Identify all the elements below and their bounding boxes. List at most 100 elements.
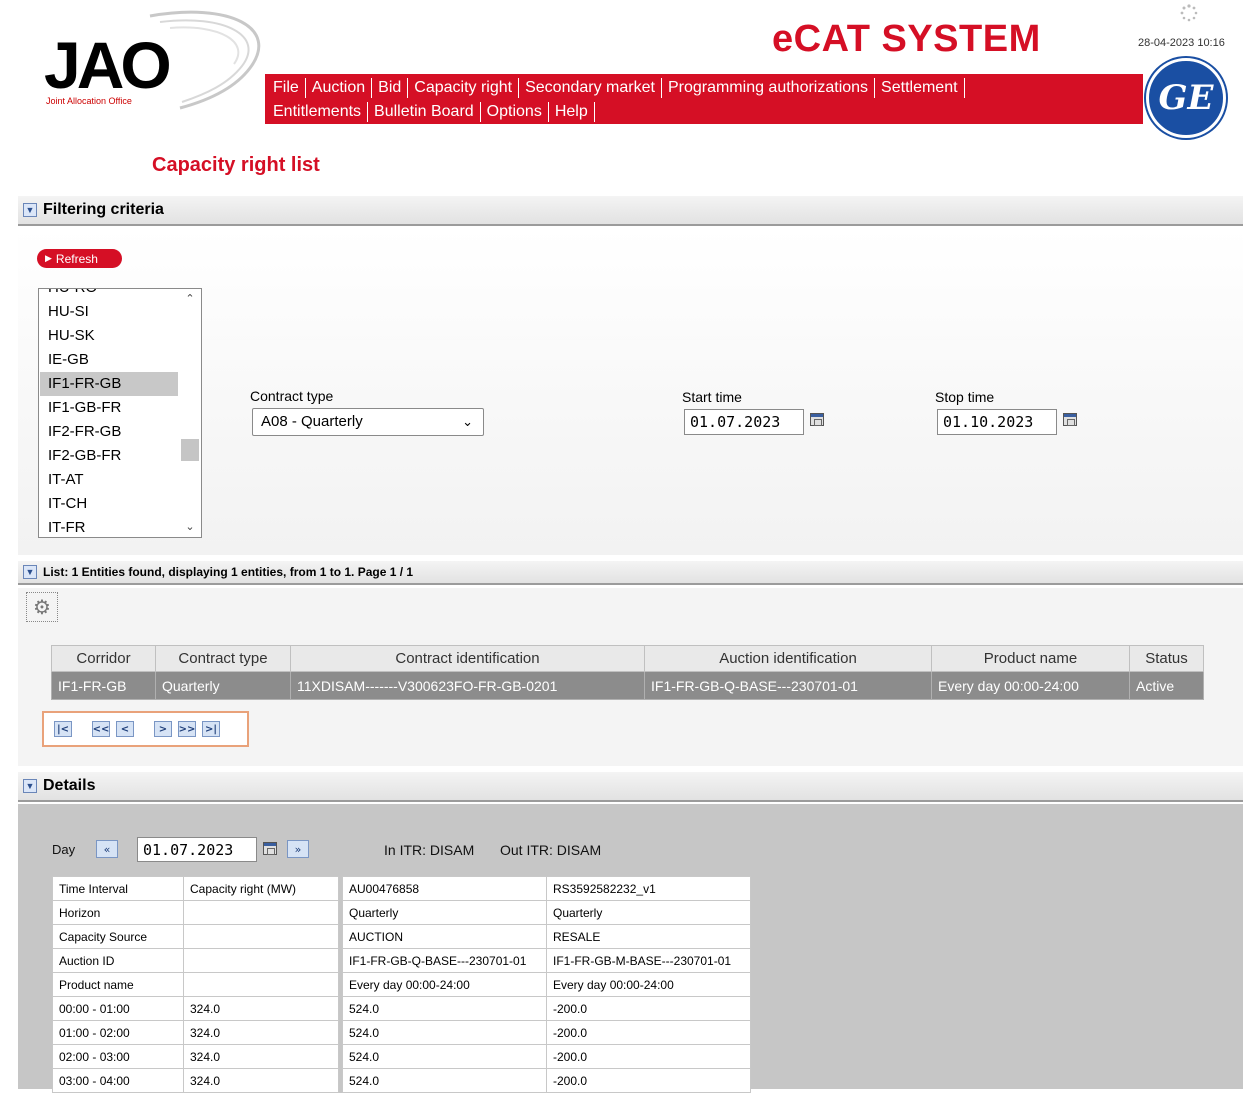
- menu-auction[interactable]: Auction: [306, 78, 373, 98]
- menu-row-2: Entitlements Bulletin Board Options Help: [267, 100, 595, 124]
- corridor-option[interactable]: HU-SI: [40, 300, 178, 324]
- menu-entitlements[interactable]: Entitlements: [267, 102, 369, 122]
- table-row: Horizon Quarterly Quarterly: [52, 900, 751, 925]
- cell: 524.0: [342, 1044, 547, 1069]
- calendar-icon[interactable]: [263, 842, 277, 855]
- refresh-label: Refresh: [55, 251, 98, 266]
- table-header-row: Corridor Contract type Contract identifi…: [51, 645, 1204, 672]
- cell: Quarterly: [342, 900, 547, 925]
- table-row[interactable]: IF1-FR-GB Quarterly 11XDISAM-------V3006…: [51, 671, 1204, 700]
- calendar-icon[interactable]: [1063, 413, 1077, 426]
- cell: [183, 948, 339, 973]
- play-icon: ▶: [45, 253, 52, 263]
- contract-type-label: Contract type: [250, 388, 334, 404]
- scroll-thumb[interactable]: [181, 439, 199, 461]
- refresh-button[interactable]: ▶ Refresh: [37, 249, 122, 268]
- corridor-options: HU-RO HU-SI HU-SK IE-GB IF1-FR-GB IF1-GB…: [39, 289, 178, 537]
- day-label: Day: [52, 842, 76, 857]
- cell: Auction ID: [52, 948, 184, 973]
- menu-bulletin-board[interactable]: Bulletin Board: [368, 102, 481, 122]
- cell: -200.0: [546, 1044, 751, 1069]
- cell: 324.0: [183, 996, 339, 1021]
- in-itr: In ITR: DISAM: [384, 842, 475, 858]
- next-day-button[interactable]: »: [287, 840, 309, 858]
- cell: AUCTION: [342, 924, 547, 949]
- calendar-icon[interactable]: [810, 413, 824, 426]
- filtering-criteria-header[interactable]: ▼ Filtering criteria: [18, 196, 1243, 226]
- collapse-chevron-icon[interactable]: ▼: [23, 565, 37, 579]
- listbox-scrollbar[interactable]: ⌃ ⌄: [179, 289, 201, 537]
- prev-day-button[interactable]: «: [96, 840, 118, 858]
- column-header[interactable]: Contract identification: [290, 645, 645, 672]
- corridor-option-selected[interactable]: IF1-FR-GB: [40, 372, 178, 396]
- gear-icon[interactable]: ⚙: [26, 592, 58, 622]
- chevron-down-icon: ⌄: [462, 414, 473, 429]
- column-header[interactable]: Corridor: [51, 645, 156, 672]
- cell-contract-id: 11XDISAM-------V300623FO-FR-GB-0201: [290, 671, 645, 700]
- main-menu: File Auction Bid Capacity right Secondar…: [265, 74, 1143, 124]
- cell: Every day 00:00-24:00: [546, 972, 751, 997]
- column-header[interactable]: Status: [1129, 645, 1204, 672]
- cell: 324.0: [183, 1020, 339, 1045]
- ge-logo: GE: [1146, 58, 1226, 138]
- menu-programming-authorizations[interactable]: Programming authorizations: [662, 78, 876, 98]
- menu-bid[interactable]: Bid: [372, 78, 409, 98]
- last-page-button[interactable]: >|: [202, 721, 220, 737]
- cell: [183, 972, 339, 997]
- cell: Time Interval: [52, 876, 184, 901]
- logo-text: JAO: [44, 28, 172, 102]
- table-row: 00:00 - 01:00 324.0 524.0 -200.0: [52, 996, 751, 1021]
- details-header[interactable]: ▼ Details: [18, 772, 1243, 802]
- cell-auction-id: IF1-FR-GB-Q-BASE---230701-01: [644, 671, 932, 700]
- menu-options[interactable]: Options: [481, 102, 549, 122]
- first-page-button[interactable]: |<: [54, 721, 72, 737]
- next-block-button[interactable]: >>: [178, 721, 196, 737]
- column-header[interactable]: Contract type: [155, 645, 291, 672]
- prev-block-button[interactable]: <<: [92, 721, 110, 737]
- jao-logo: JAO Joint Allocation Office: [30, 8, 270, 113]
- corridor-option[interactable]: IF1-GB-FR: [40, 396, 178, 420]
- corridor-option[interactable]: IF2-FR-GB: [40, 420, 178, 444]
- menu-secondary-market[interactable]: Secondary market: [519, 78, 662, 98]
- list-header[interactable]: ▼ List: 1 Entities found, displaying 1 e…: [18, 561, 1243, 585]
- menu-capacity-right[interactable]: Capacity right: [408, 78, 520, 98]
- corridor-listbox[interactable]: HU-RO HU-SI HU-SK IE-GB IF1-FR-GB IF1-GB…: [38, 288, 202, 538]
- corridor-option[interactable]: IE-GB: [40, 348, 178, 372]
- cell: 01:00 - 02:00: [52, 1020, 184, 1045]
- corridor-option[interactable]: HU-SK: [40, 324, 178, 348]
- corridor-option[interactable]: IT-AT: [40, 468, 178, 492]
- scroll-down-icon[interactable]: ⌄: [179, 519, 201, 535]
- day-input[interactable]: 01.07.2023: [137, 837, 257, 862]
- corridor-option[interactable]: HU-RO: [40, 289, 178, 300]
- cell: Capacity right (MW): [183, 876, 339, 901]
- details-table: Time Interval Capacity right (MW) AU0047…: [52, 876, 751, 1093]
- menu-help[interactable]: Help: [549, 102, 595, 122]
- app-title: eCAT SYSTEM: [772, 18, 1041, 60]
- next-page-button[interactable]: >: [154, 721, 172, 737]
- stop-time-input[interactable]: 01.10.2023: [937, 409, 1057, 435]
- cell: -200.0: [546, 996, 751, 1021]
- cell: RESALE: [546, 924, 751, 949]
- corridor-option[interactable]: IT-FR: [40, 516, 178, 537]
- pagination: |< << < > >> >|: [42, 711, 249, 747]
- scroll-up-icon[interactable]: ⌃: [179, 291, 201, 307]
- page-title: Capacity right list: [152, 154, 320, 176]
- contract-type-select[interactable]: A08 - Quarterly ⌄: [252, 408, 484, 436]
- loading-spinner-icon: [1180, 4, 1198, 22]
- cell: RS3592582232_v1: [546, 876, 751, 901]
- menu-file[interactable]: File: [267, 78, 306, 98]
- corridor-option[interactable]: IT-CH: [40, 492, 178, 516]
- prev-page-button[interactable]: <: [116, 721, 134, 737]
- cell-product-name: Every day 00:00-24:00: [931, 671, 1130, 700]
- cell: 524.0: [342, 996, 547, 1021]
- column-header[interactable]: Product name: [931, 645, 1130, 672]
- cell: 524.0: [342, 1020, 547, 1045]
- menu-settlement[interactable]: Settlement: [875, 78, 965, 98]
- collapse-chevron-icon[interactable]: ▼: [23, 203, 37, 217]
- section-title: Details: [43, 777, 96, 794]
- collapse-chevron-icon[interactable]: ▼: [23, 779, 37, 793]
- cell: 324.0: [183, 1044, 339, 1069]
- column-header[interactable]: Auction identification: [644, 645, 932, 672]
- start-time-input[interactable]: 01.07.2023: [684, 409, 804, 435]
- corridor-option[interactable]: IF2-GB-FR: [40, 444, 178, 468]
